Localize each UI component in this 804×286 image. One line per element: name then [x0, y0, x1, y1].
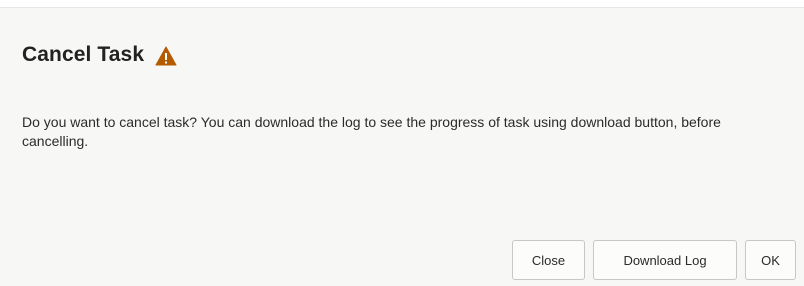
close-button[interactable]: Close: [512, 240, 585, 280]
dialog-top-band: [0, 0, 804, 8]
download-log-button[interactable]: Download Log: [593, 240, 737, 280]
ok-button[interactable]: OK: [745, 240, 796, 280]
dialog-title: Cancel Task: [22, 43, 145, 66]
warning-triangle-icon: [155, 46, 177, 66]
dialog-header: Cancel Task: [22, 38, 177, 72]
dialog-footer: Close Download Log OK: [512, 240, 796, 280]
cancel-task-dialog: Cancel Task Do you want to cancel task? …: [0, 0, 804, 286]
dialog-message: Do you want to cancel task? You can down…: [22, 114, 721, 149]
